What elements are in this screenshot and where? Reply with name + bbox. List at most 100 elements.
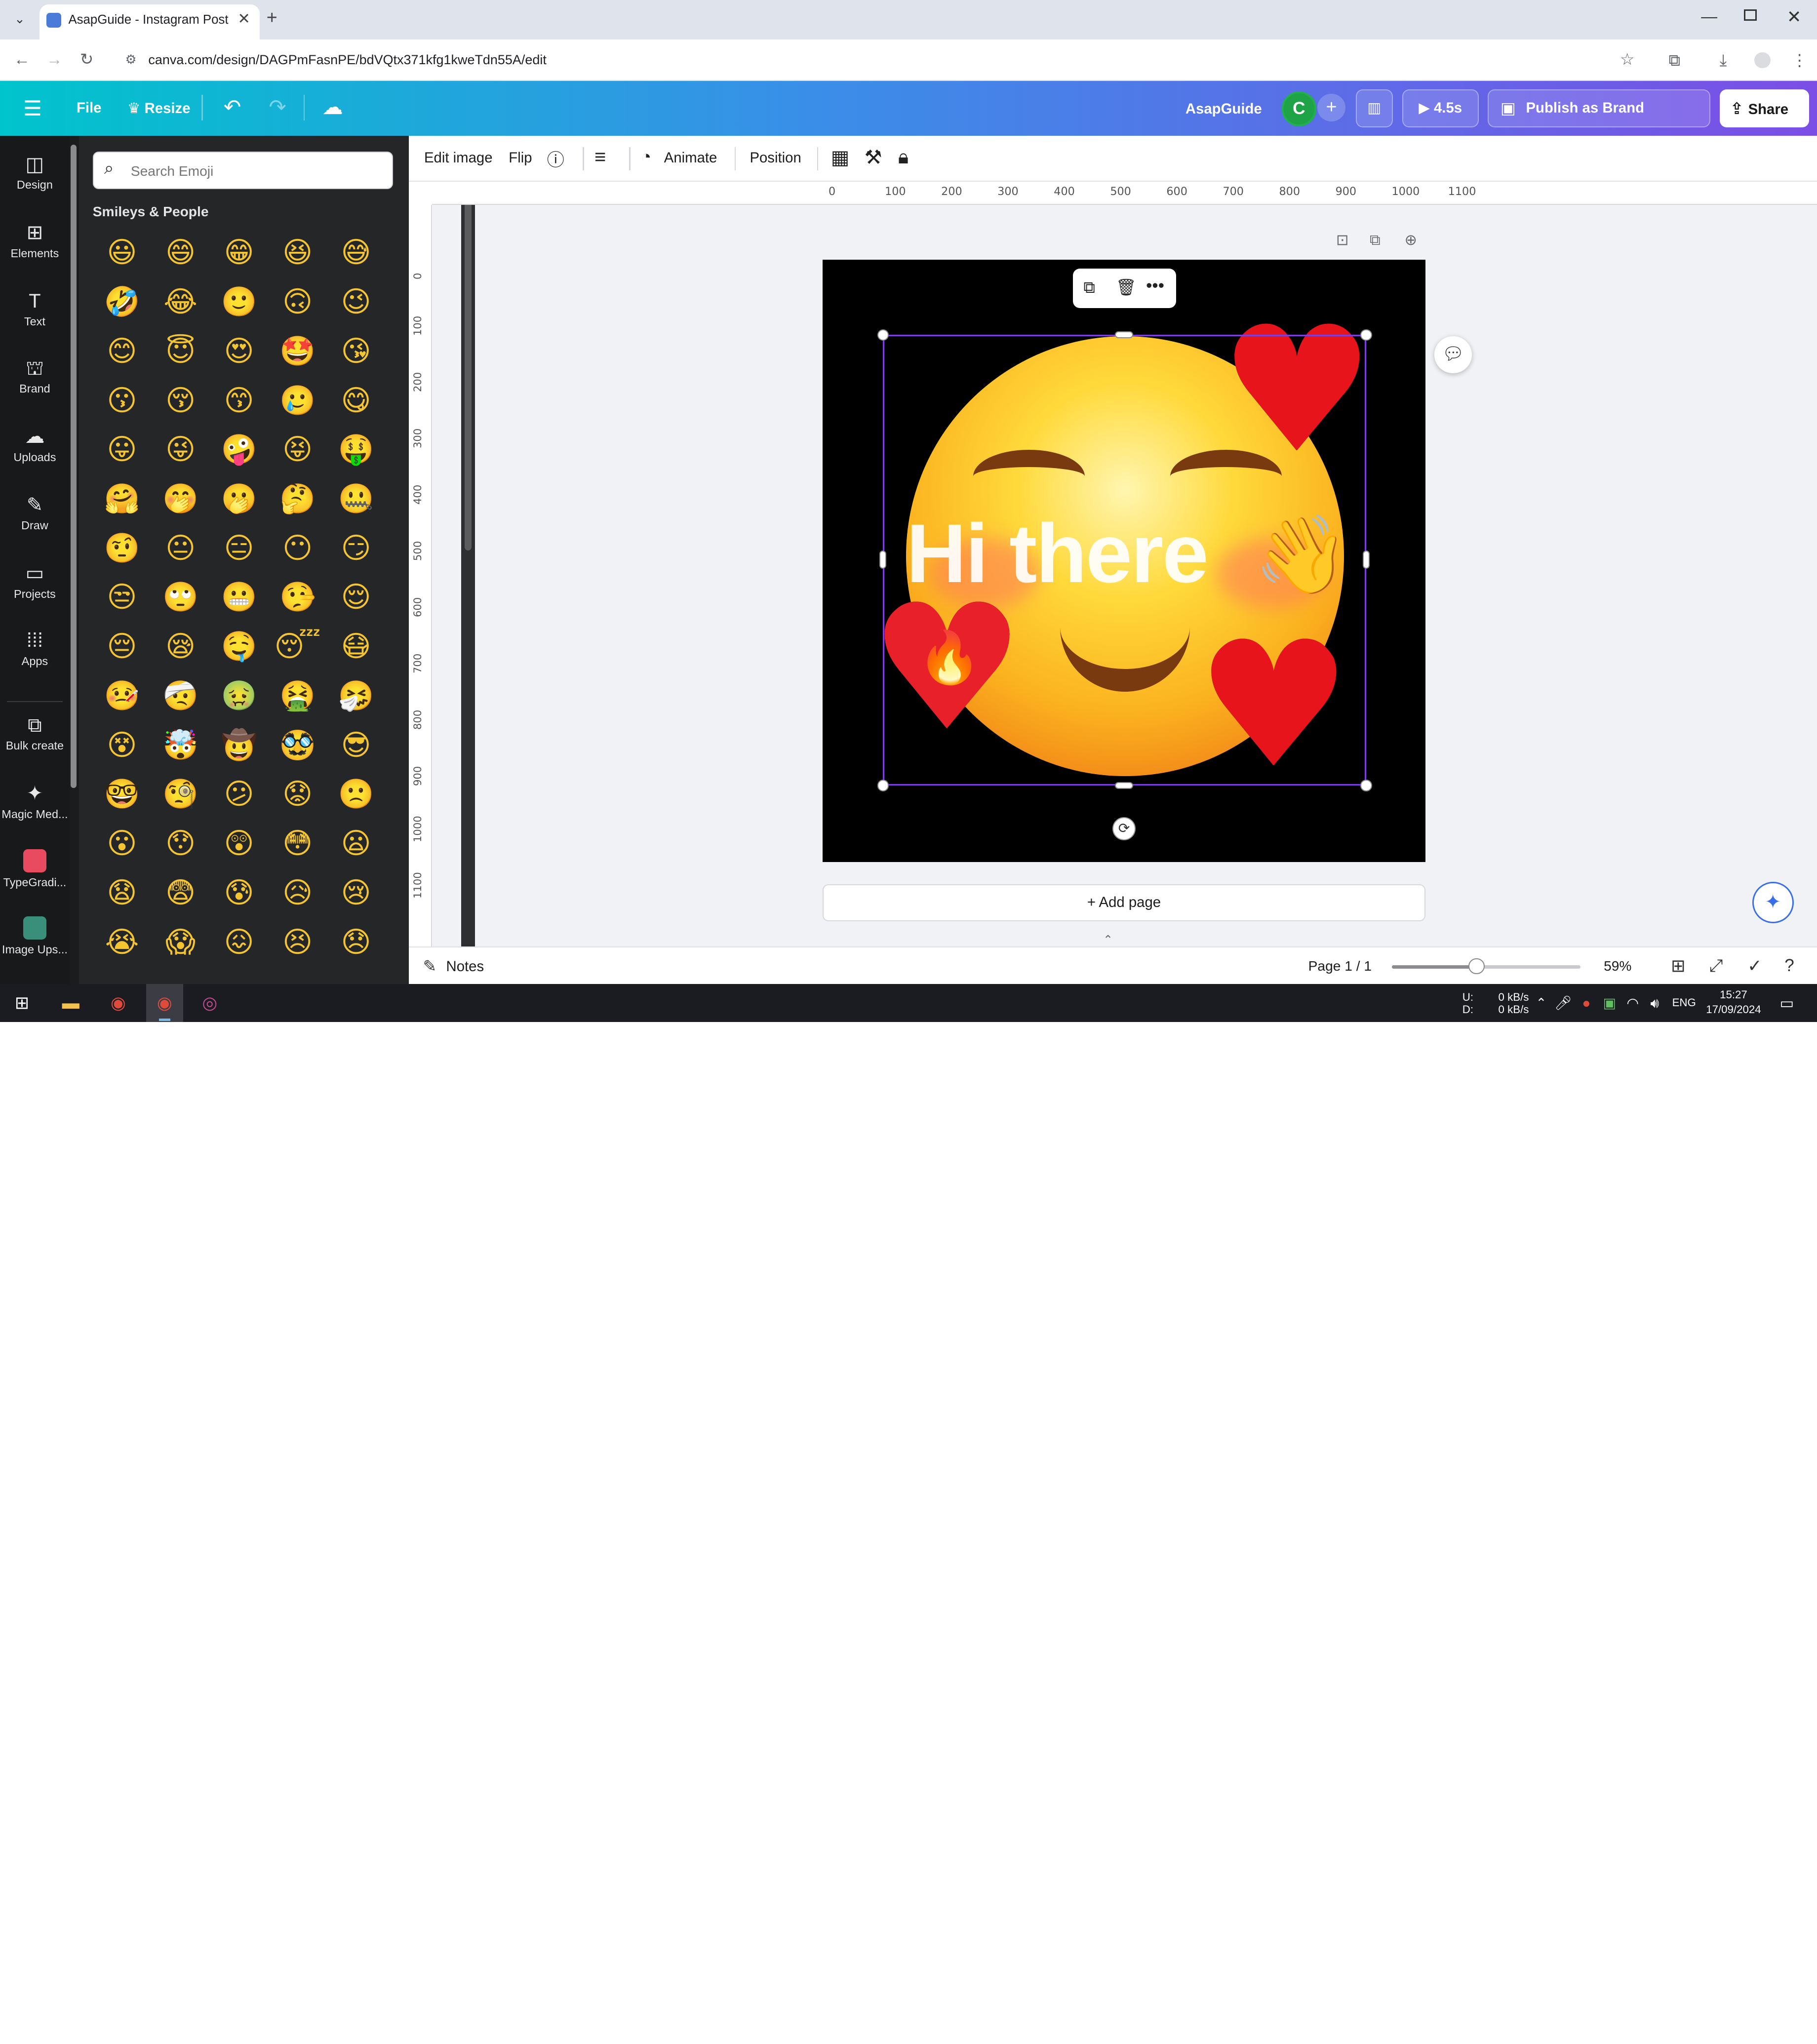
rail-item-text[interactable]: T Text xyxy=(0,290,70,329)
panel-scrollbar[interactable] xyxy=(461,179,475,984)
emoji-item[interactable]: 😲 xyxy=(210,819,269,868)
publish-brand-template-button[interactable]: ▣Publish as Brand Template xyxy=(1488,89,1710,152)
emoji-item[interactable]: 😦 xyxy=(327,819,386,868)
emoji-item[interactable]: 😊 xyxy=(93,327,152,376)
more-options-icon[interactable]: ••• xyxy=(1146,276,1164,296)
lock-page-icon[interactable]: ⊡ xyxy=(1336,232,1349,249)
emoji-item[interactable]: 😛 xyxy=(93,425,152,474)
zoom-slider-thumb[interactable] xyxy=(1468,958,1485,975)
main-menu-icon[interactable]: ☰ xyxy=(23,96,42,120)
emoji-item[interactable]: 😟 xyxy=(268,770,327,819)
emoji-item[interactable]: 😎 xyxy=(327,721,386,770)
emoji-item[interactable]: 😐 xyxy=(151,524,210,573)
resize-button[interactable]: ♛ Resize xyxy=(127,100,190,117)
emoji-item[interactable]: 😑 xyxy=(210,524,269,573)
emoji-item[interactable]: 🤨 xyxy=(93,524,152,573)
rail-item-apps[interactable]: ⁞⁞⁞ Apps xyxy=(0,629,70,668)
duplicate-page-icon[interactable]: ⧉ xyxy=(1370,232,1381,249)
resize-handle-top[interactable] xyxy=(1114,331,1134,339)
tab-close-icon[interactable]: ✕ xyxy=(237,10,250,28)
present-button[interactable]: ▶ 4.5s xyxy=(1402,89,1479,128)
file-explorer-icon[interactable]: ▬ xyxy=(59,992,82,1015)
back-icon[interactable]: ← xyxy=(14,50,30,69)
user-avatar[interactable]: C xyxy=(1281,91,1317,126)
fullscreen-icon[interactable]: ⤢ xyxy=(1709,956,1723,976)
add-page-icon[interactable]: ⊕ xyxy=(1404,232,1417,249)
resize-handle-bottom-left[interactable] xyxy=(877,780,889,791)
animate-button[interactable]: Animate xyxy=(664,150,717,166)
rail-item-brand[interactable]: ⛫ Brand xyxy=(0,357,70,396)
chrome-icon[interactable]: ◉ xyxy=(107,992,130,1015)
emoji-item[interactable]: 😉 xyxy=(327,277,386,327)
info-icon[interactable]: ⓘ xyxy=(547,146,564,171)
emoji-item[interactable]: 😪 xyxy=(151,622,210,671)
lock-icon[interactable]: 🔒︎ xyxy=(898,146,908,168)
share-button[interactable]: ⇪ Share xyxy=(1719,89,1809,128)
wifi-icon[interactable]: ◠ xyxy=(1621,992,1644,1015)
resize-handle-right[interactable] xyxy=(1362,550,1370,569)
clock[interactable]: 15:27 17/09/2024 xyxy=(1701,987,1766,1018)
emoji-item[interactable]: 🤗 xyxy=(93,474,152,524)
emoji-item[interactable]: 😆 xyxy=(268,228,327,277)
reload-icon[interactable]: ↻ xyxy=(80,50,94,69)
emoji-item[interactable]: 🤤 xyxy=(210,622,269,671)
minimize-icon[interactable]: — xyxy=(1701,7,1717,26)
profile-avatar-icon[interactable] xyxy=(1754,52,1771,69)
undo-icon[interactable]: ↶ xyxy=(224,95,241,119)
emoji-item[interactable]: 🤣 xyxy=(93,277,152,327)
invite-member-button[interactable]: + xyxy=(1317,94,1345,122)
emoji-item[interactable]: 😔 xyxy=(93,622,152,671)
window-close-icon[interactable]: ✕ xyxy=(1787,7,1801,27)
emoji-item[interactable]: 🤩 xyxy=(268,327,327,376)
help-icon[interactable]: ? xyxy=(1784,956,1794,976)
redo-icon[interactable]: ↷ xyxy=(269,95,286,119)
emoji-item[interactable]: 😗 xyxy=(93,376,152,426)
resize-handle-top-left[interactable] xyxy=(877,329,889,341)
browser-menu-icon[interactable]: ⋮ xyxy=(1791,51,1808,70)
emoji-item[interactable]: 🤕 xyxy=(151,671,210,721)
emoji-item[interactable]: 🙄 xyxy=(151,573,210,622)
forward-icon[interactable]: → xyxy=(46,50,63,69)
emoji-item[interactable]: 😁 xyxy=(210,228,269,277)
tray-chevron-icon[interactable]: ⌃ xyxy=(1530,992,1553,1015)
emoji-item[interactable]: 🤭 xyxy=(151,474,210,524)
resize-handle-bottom-right[interactable] xyxy=(1360,780,1372,791)
emoji-item[interactable]: 😧 xyxy=(93,868,152,918)
emoji-item[interactable]: 😴 xyxy=(268,622,327,671)
rail-item-projects[interactable]: ▭ Projects xyxy=(0,562,70,601)
border-style-icon[interactable]: ≡ xyxy=(594,146,606,168)
resize-handle-top-right[interactable] xyxy=(1360,329,1372,341)
emoji-item[interactable]: 🤠 xyxy=(210,721,269,770)
rail-item-draw[interactable]: ✎ Draw xyxy=(0,494,70,533)
transparency-icon[interactable]: ▦ xyxy=(831,146,850,169)
copy-style-icon[interactable]: ⚒ xyxy=(865,146,882,169)
check-icon[interactable]: ✓ xyxy=(1747,956,1762,976)
emoji-item[interactable]: 😚 xyxy=(151,376,210,426)
emoji-item[interactable]: 🤓 xyxy=(93,770,152,819)
cloud-save-icon[interactable]: ☁ xyxy=(322,95,343,119)
emoji-item[interactable]: 🤧 xyxy=(327,671,386,721)
show-pages-chevron-icon[interactable]: ⌃ xyxy=(1103,933,1113,946)
emoji-item[interactable]: 😱 xyxy=(151,918,210,967)
zoom-level[interactable]: 59% xyxy=(1604,958,1631,974)
emoji-item[interactable]: 😯 xyxy=(151,819,210,868)
page-indicator[interactable]: Page 1 / 1 xyxy=(1308,958,1372,974)
emoji-search-input[interactable] xyxy=(130,159,380,183)
insights-button[interactable]: ▥ xyxy=(1355,89,1393,128)
rail-item-image-upscaler[interactable]: Image Ups... xyxy=(0,916,70,956)
grid-view-icon[interactable]: ⊞ xyxy=(1671,956,1685,976)
notes-icon[interactable]: ✎ xyxy=(423,957,437,976)
notifications-icon[interactable]: ▭ xyxy=(1775,992,1798,1015)
emoji-item[interactable]: 😬 xyxy=(210,573,269,622)
restore-window-icon[interactable] xyxy=(1744,9,1757,21)
windows-start-icon[interactable]: ⊞ xyxy=(10,992,34,1015)
emoji-item[interactable]: 😨 xyxy=(151,868,210,918)
nvidia-tray-icon[interactable]: ▣ xyxy=(1598,992,1621,1015)
bookmark-star-icon[interactable]: ☆ xyxy=(1620,50,1634,69)
emoji-item[interactable]: 🤐 xyxy=(327,474,386,524)
emoji-item[interactable]: 😶 xyxy=(268,524,327,573)
edit-image-button[interactable]: Edit image xyxy=(424,150,493,166)
emoji-item[interactable]: 🤢 xyxy=(210,671,269,721)
emoji-item[interactable]: 😄 xyxy=(151,228,210,277)
emoji-item[interactable]: 😅 xyxy=(327,228,386,277)
